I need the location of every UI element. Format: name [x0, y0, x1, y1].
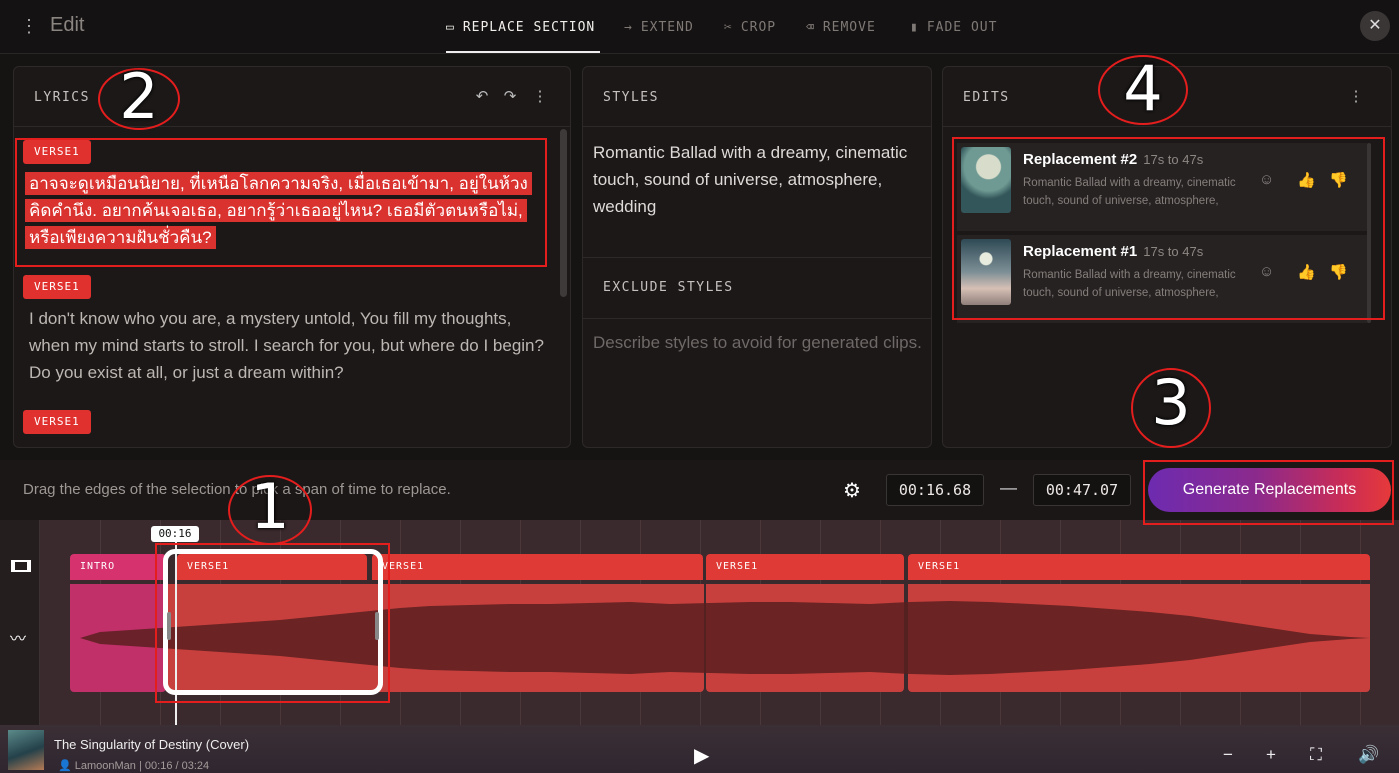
tab-replace-section[interactable]: ▭ REPLACE SECTION — [446, 16, 595, 38]
verse-tag: VERSE1 — [23, 410, 91, 434]
verse-tag: VERSE1 — [23, 275, 91, 299]
extend-icon: → — [624, 19, 633, 35]
play-button[interactable]: ▶ — [694, 743, 709, 768]
time-separator: — — [1000, 478, 1017, 497]
tab-label: EXTEND — [640, 19, 694, 35]
scissors-icon: ✂ — [724, 19, 733, 35]
styles-header: STYLES — [583, 67, 931, 127]
annotation-box-generate — [1143, 460, 1394, 525]
song-title[interactable]: The Singularity of Destiny (Cover) — [54, 737, 249, 752]
track-sidebar: 〰 — [0, 520, 40, 725]
tab-extend[interactable]: → EXTEND — [624, 16, 694, 38]
player-bar: The Singularity of Destiny (Cover) 👤 Lam… — [0, 725, 1399, 773]
total-time: 03:24 — [181, 760, 210, 772]
lyrics-scrollbar[interactable] — [560, 129, 567, 297]
segment-label[interactable]: INTRO — [70, 554, 166, 580]
song-cover[interactable] — [8, 730, 44, 770]
exclude-styles-title: EXCLUDE STYLES — [603, 280, 734, 295]
lyric-text[interactable]: I don't know who you are, a mystery unto… — [29, 305, 554, 386]
edits-title: EDITS — [963, 90, 1010, 105]
segment-label[interactable]: VERSE1 — [706, 554, 904, 580]
playhead-time: 00:16 — [151, 526, 199, 542]
zoom-out-button[interactable]: − — [1223, 745, 1233, 765]
styles-title: STYLES — [603, 90, 659, 105]
artist-name[interactable]: LamoonMan — [75, 760, 136, 772]
menu-icon[interactable]: ⋮ — [20, 14, 38, 38]
end-time-field[interactable]: 00:47.07 — [1033, 474, 1131, 506]
song-meta: 👤 LamoonMan | 00:16 / 03:24 — [58, 759, 209, 772]
current-time: 00:16 — [144, 760, 173, 772]
annotation-number-1: 1 — [250, 470, 290, 543]
volume-icon[interactable]: 🔊 — [1358, 745, 1379, 765]
styles-input[interactable]: Romantic Ballad with a dreamy, cinematic… — [593, 139, 923, 220]
page-title: Edit — [50, 14, 85, 36]
lyrics-title: LYRICS — [34, 90, 90, 105]
more-icon[interactable]: ⋮ — [531, 87, 549, 105]
annotation-number-2: 2 — [119, 60, 159, 133]
fullscreen-icon[interactable]: ⛶ — [1310, 745, 1322, 765]
lyric-text[interactable]: I don't know who you are, a mystery unto… — [29, 440, 554, 447]
waveform-icon: 〰 — [10, 631, 27, 648]
tab-remove[interactable]: ⌫ REMOVE — [806, 16, 876, 38]
tab-crop[interactable]: ✂ CROP — [724, 16, 776, 38]
user-icon: 👤 — [58, 760, 72, 772]
segment-label[interactable]: VERSE1 — [908, 554, 1370, 580]
active-tab-indicator — [446, 51, 600, 53]
tab-label: FADE OUT — [926, 19, 998, 35]
annotation-box-selection — [155, 543, 390, 703]
top-bar: ⋮ Edit ▭ REPLACE SECTION → EXTEND ✂ CROP… — [0, 0, 1399, 54]
redo-icon[interactable]: ↷ — [501, 87, 519, 105]
tab-label: REPLACE SECTION — [462, 19, 596, 35]
replace-icon: ▭ — [446, 19, 455, 35]
annotation-number-4: 4 — [1123, 52, 1163, 125]
undo-icon[interactable]: ↶ — [473, 87, 491, 105]
more-icon[interactable]: ⋮ — [1347, 87, 1365, 105]
remove-icon: ⌫ — [806, 19, 815, 35]
exclude-styles-header: EXCLUDE STYLES — [583, 257, 931, 319]
section-track-icon — [11, 560, 31, 572]
segment-label[interactable]: VERSE1 — [372, 554, 703, 580]
annotation-number-3: 3 — [1151, 366, 1191, 439]
gear-icon[interactable]: ⚙ — [843, 478, 861, 503]
tab-label: CROP — [740, 19, 777, 35]
close-button[interactable]: ✕ — [1360, 11, 1390, 41]
annotation-box-edits — [952, 137, 1385, 320]
zoom-in-button[interactable]: + — [1266, 745, 1276, 765]
exclude-styles-input[interactable]: Describe styles to avoid for generated c… — [593, 329, 923, 356]
tab-fade-out[interactable]: ▮ FADE OUT — [910, 16, 997, 38]
start-time-field[interactable]: 00:16.68 — [886, 474, 984, 506]
annotation-box-lyrics — [15, 138, 547, 267]
tab-label: REMOVE — [822, 19, 876, 35]
fade-icon: ▮ — [910, 19, 919, 35]
styles-panel: STYLES Romantic Ballad with a dreamy, ci… — [582, 66, 932, 448]
